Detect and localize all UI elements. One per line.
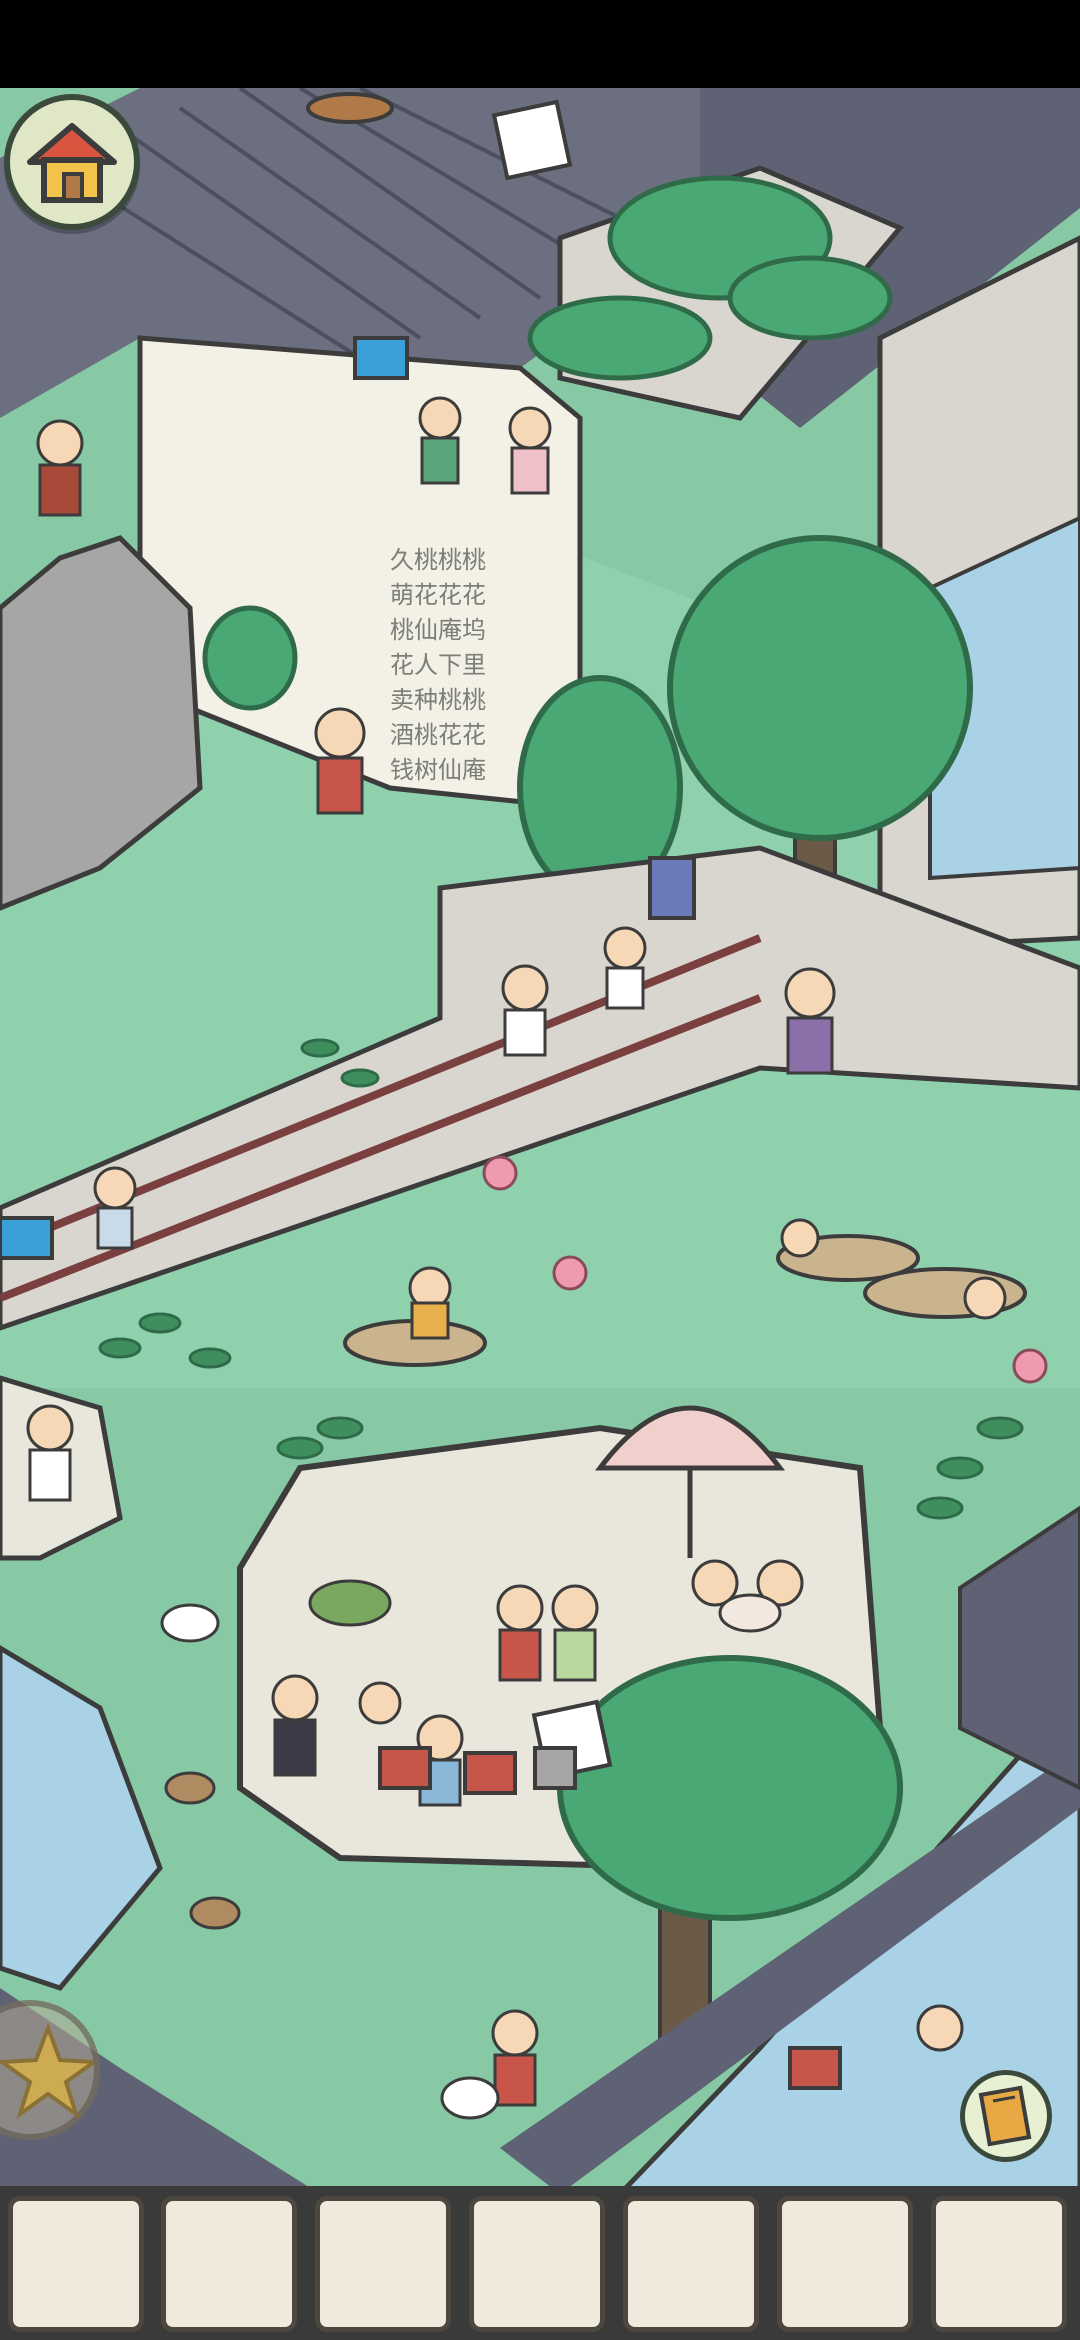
status-bar <box>0 0 1080 88</box>
book-button[interactable] <box>960 2070 1052 2162</box>
garden-illustration: 久桃桃桃 萌花花花 桃仙庵坞 花人下里 卖种桃桃 酒桃花花 钱树仙庵 <box>0 88 1080 2194</box>
inventory-slot[interactable] <box>315 2196 451 2332</box>
house-icon <box>27 123 117 203</box>
wall-poem: 久桃桃桃 萌花花花 桃仙庵坞 花人下里 卖种桃桃 酒桃花花 钱树仙庵 <box>390 546 486 784</box>
svg-text:久桃桃桃: 久桃桃桃 <box>390 546 486 574</box>
inventory-slot[interactable] <box>777 2196 913 2332</box>
svg-text:钱树仙庵: 钱树仙庵 <box>390 756 486 784</box>
svg-text:花人下里: 花人下里 <box>390 651 486 679</box>
svg-text:卖种桃桃: 卖种桃桃 <box>390 686 486 714</box>
svg-text:萌花花花: 萌花花花 <box>390 581 486 609</box>
book-icon <box>978 2085 1032 2147</box>
svg-text:桃仙庵坞: 桃仙庵坞 <box>390 616 486 644</box>
star-icon <box>0 2022 100 2120</box>
svg-text:酒桃花花: 酒桃花花 <box>390 721 486 749</box>
inventory-bar <box>0 2186 1080 2340</box>
inventory-slot[interactable] <box>623 2196 759 2332</box>
hint-star-button[interactable] <box>0 2000 100 2140</box>
inventory-slot[interactable] <box>8 2196 144 2332</box>
home-button[interactable] <box>4 94 140 230</box>
inventory-slot[interactable] <box>161 2196 297 2332</box>
inventory-slot[interactable] <box>469 2196 605 2332</box>
inventory-slot[interactable] <box>931 2196 1067 2332</box>
game-scene[interactable]: 久桃桃桃 萌花花花 桃仙庵坞 花人下里 卖种桃桃 酒桃花花 钱树仙庵 <box>0 88 1080 2194</box>
